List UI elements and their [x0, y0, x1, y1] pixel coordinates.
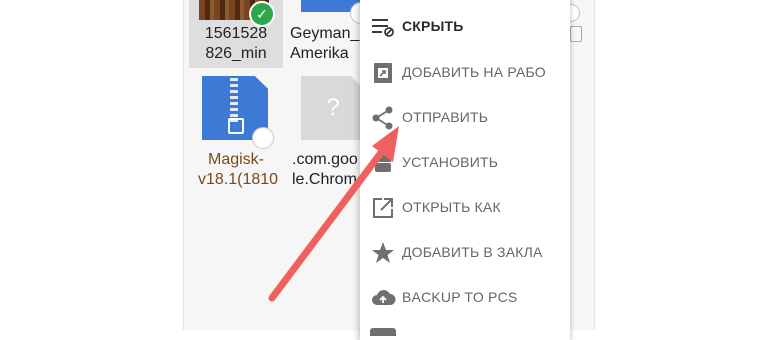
annotation-arrow [268, 126, 399, 302]
